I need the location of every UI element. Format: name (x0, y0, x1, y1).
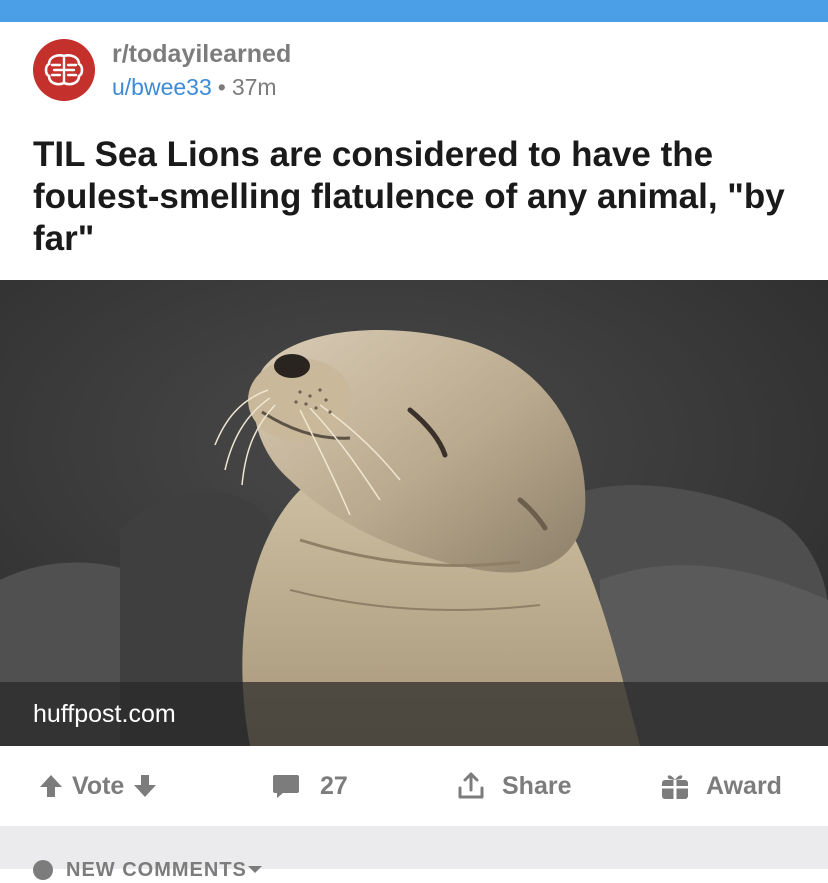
share-label: Share (502, 771, 572, 800)
comments-button[interactable]: 27 (272, 746, 348, 826)
award-button[interactable]: Award (660, 746, 782, 826)
comment-sort-control[interactable]: NEW COMMENTS (30, 857, 263, 883)
link-domain[interactable]: huffpost.com (33, 700, 176, 729)
post-image[interactable]: huffpost.com (0, 280, 828, 746)
author-link[interactable]: u/bwee33 (112, 74, 212, 100)
arrow-down-icon[interactable] (132, 773, 158, 799)
post-age: 37m (231, 74, 277, 100)
post-meta: u/bwee33 • 37m (112, 74, 277, 101)
post-title[interactable]: TIL Sea Lions are considered to have the… (33, 134, 803, 260)
subreddit-name[interactable]: r/todayilearned (112, 40, 291, 69)
share-button[interactable]: Share (456, 746, 571, 826)
comment-icon (273, 775, 299, 798)
award-label: Award (706, 771, 782, 800)
meta-separator: • (217, 74, 226, 100)
top-accent-bar (0, 0, 828, 22)
subreddit-avatar[interactable] (33, 39, 95, 101)
link-domain-bar[interactable]: huffpost.com (0, 682, 828, 746)
chevron-down-icon (247, 866, 262, 873)
award-icon (662, 775, 688, 799)
arrow-up-icon[interactable] (38, 773, 64, 799)
sea-lion-photo (0, 280, 828, 746)
comment-sort-label: NEW COMMENTS (66, 858, 247, 881)
post-action-bar: Vote 27 Share Award (0, 746, 828, 826)
comment-count: 27 (320, 771, 348, 800)
sort-icon (33, 860, 53, 880)
share-icon (458, 772, 484, 799)
vote-control: Vote (38, 746, 158, 826)
vote-label: Vote (72, 771, 125, 800)
brain-icon (44, 54, 84, 86)
